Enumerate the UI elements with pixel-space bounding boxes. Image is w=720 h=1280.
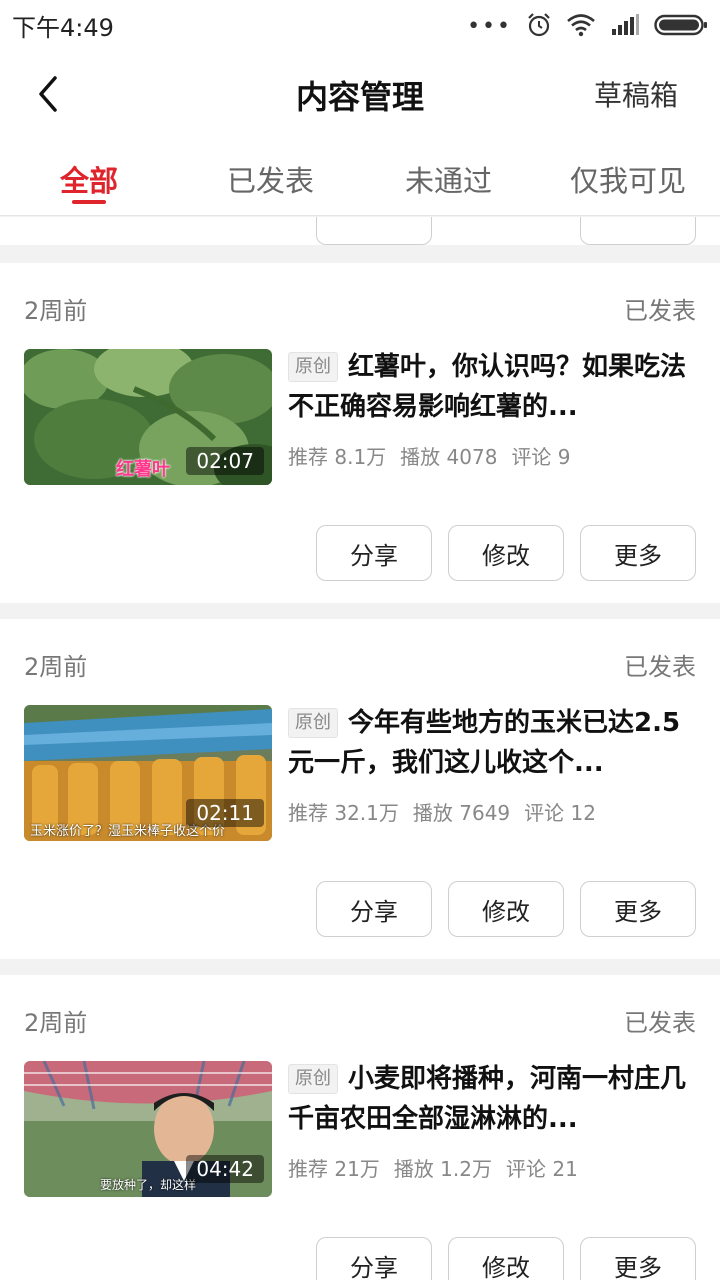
thumbnail-caption: 红薯叶 [116, 459, 170, 480]
video-duration: 04:42 [186, 1155, 264, 1183]
share-button[interactable]: 分享 [316, 881, 432, 937]
original-badge: 原创 [288, 352, 338, 382]
content-list[interactable]: 2周前 已发表 红薯叶 02:07 原创 红薯叶，你认识吗？如果吃法不正确容易影… [0, 217, 720, 1280]
wifi-icon [567, 14, 595, 37]
tab-published[interactable]: 已发表 [227, 158, 314, 200]
tab-bar: 全部 已发表 未通过 仅我可见 [0, 136, 720, 216]
more-button[interactable]: 更多 [580, 881, 696, 937]
post-title[interactable]: 原创 小麦即将播种，河南一村庄几千亩农田全部湿淋淋的... [288, 1059, 698, 1139]
tab-rejected[interactable]: 未通过 [405, 158, 492, 200]
alarm-icon [528, 13, 550, 37]
post-stats: 推荐 21万 播放 1.2万 评论 21 [288, 1153, 698, 1182]
more-button[interactable]: 更多 [580, 525, 696, 581]
post-title-text: 小麦即将播种，河南一村庄几千亩农田全部湿淋淋的... [288, 1064, 687, 1134]
share-button[interactable]: 分享 [316, 525, 432, 581]
recommend-count: 推荐 32.1万 [288, 801, 399, 825]
play-count: 播放 7649 [412, 801, 511, 825]
post-time: 2周前 [24, 653, 88, 681]
status-icons: ••• [467, 12, 708, 38]
post-time: 2周前 [24, 297, 88, 325]
video-duration: 02:11 [186, 799, 264, 827]
edit-button[interactable]: 修改 [448, 525, 564, 581]
tab-private[interactable]: 仅我可见 [570, 158, 686, 200]
post-actions: 分享 修改 更多 [316, 1237, 696, 1280]
more-button[interactable]: 更多 [580, 1237, 696, 1280]
post-status: 已发表 [624, 1009, 696, 1037]
post-title-text: 今年有些地方的玉米已达2.5元一斤，我们这儿收这个... [288, 708, 681, 778]
screen: 下午4:49 ••• 内容管理 草稿箱 全部 已发表 未通过 仅我可见 2周前 … [0, 0, 720, 1280]
post-title-text: 红薯叶，你认识吗？如果吃法不正确容易影响红薯的... [288, 352, 687, 422]
play-count: 播放 1.2万 [393, 1157, 492, 1181]
drafts-button[interactable]: 草稿箱 [594, 74, 678, 114]
video-thumbnail[interactable]: 红薯叶 02:07 [24, 349, 272, 485]
tab-all[interactable]: 全部 [60, 158, 118, 200]
recommend-count: 推荐 8.1万 [288, 445, 387, 469]
status-bar: 下午4:49 ••• [0, 0, 720, 50]
post-info: 原创 红薯叶，你认识吗？如果吃法不正确容易影响红薯的... 推荐 8.1万 播放 … [288, 347, 698, 470]
video-thumbnail[interactable]: 要放种了，却这样 04:42 [24, 1061, 272, 1197]
recommend-count: 推荐 21万 [288, 1157, 380, 1181]
status-time: 下午4:49 [12, 13, 114, 42]
previous-card-remnant [0, 217, 720, 245]
video-thumbnail[interactable]: 玉米涨价了？湿玉米棒子收这个价 02:11 [24, 705, 272, 841]
tab-active-indicator [72, 200, 106, 204]
edit-button[interactable]: 修改 [448, 1237, 564, 1280]
previous-card-button[interactable] [580, 217, 696, 245]
list-item[interactable]: 2周前 已发表 [0, 619, 720, 959]
more-dots-icon: ••• [467, 14, 512, 39]
list-item[interactable]: 2周前 已发表 [0, 975, 720, 1280]
post-stats: 推荐 8.1万 播放 4078 评论 9 [288, 441, 698, 470]
previous-card-button[interactable] [316, 217, 432, 245]
post-status: 已发表 [624, 653, 696, 681]
original-badge: 原创 [288, 708, 338, 738]
play-count: 播放 4078 [400, 445, 498, 469]
header: 内容管理 草稿箱 [0, 50, 720, 136]
original-badge: 原创 [288, 1064, 338, 1094]
post-status: 已发表 [624, 297, 696, 325]
signal-icon [612, 14, 639, 35]
post-title[interactable]: 原创 今年有些地方的玉米已达2.5元一斤，我们这儿收这个... [288, 703, 698, 783]
video-duration: 02:07 [186, 447, 264, 475]
comment-count: 评论 9 [511, 445, 571, 469]
thumbnail-caption: 要放种了，却这样 [100, 1178, 197, 1192]
post-actions: 分享 修改 更多 [316, 881, 696, 937]
edit-button[interactable]: 修改 [448, 881, 564, 937]
post-stats: 推荐 32.1万 播放 7649 评论 12 [288, 797, 698, 826]
comment-count: 评论 21 [505, 1157, 578, 1181]
post-time: 2周前 [24, 1009, 88, 1037]
post-title[interactable]: 原创 红薯叶，你认识吗？如果吃法不正确容易影响红薯的... [288, 347, 698, 427]
post-info: 原创 小麦即将播种，河南一村庄几千亩农田全部湿淋淋的... 推荐 21万 播放 1… [288, 1059, 698, 1182]
share-button[interactable]: 分享 [316, 1237, 432, 1280]
comment-count: 评论 12 [524, 801, 596, 825]
post-actions: 分享 修改 更多 [316, 525, 696, 581]
battery-icon [654, 14, 707, 36]
post-info: 原创 今年有些地方的玉米已达2.5元一斤，我们这儿收这个... 推荐 32.1万 … [288, 703, 698, 826]
list-item[interactable]: 2周前 已发表 红薯叶 02:07 原创 红薯叶，你认识吗？如果吃法不正确容易影… [0, 263, 720, 603]
